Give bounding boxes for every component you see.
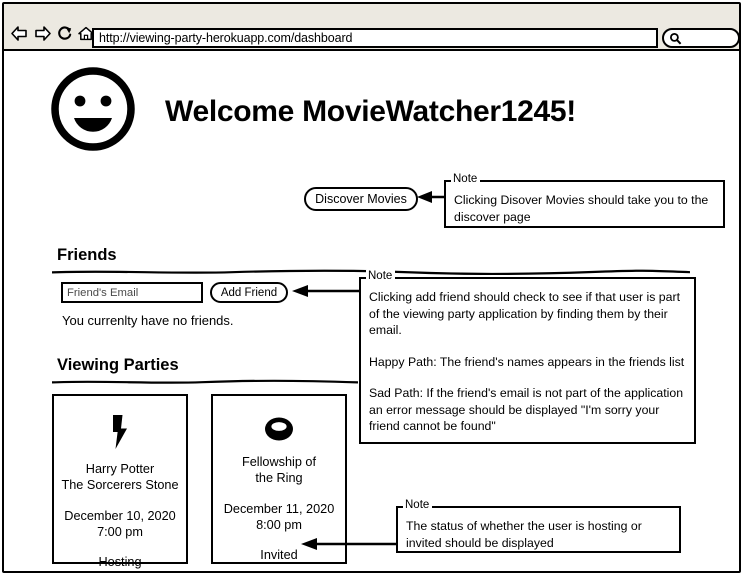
back-arrow-icon[interactable] [10, 25, 29, 42]
note-status-text: The status of whether the user is hostin… [406, 519, 642, 550]
forward-arrow-icon[interactable] [33, 25, 52, 42]
note-label: Note [403, 499, 433, 512]
party-status: Invited [260, 548, 298, 562]
address-bar-text: http://viewing-party-herokuapp.com/dashb… [99, 31, 353, 45]
viewing-parties-section-title: Viewing Parties [57, 356, 179, 374]
note-discover-text: Clicking Disover Movies should take you … [454, 193, 709, 224]
page-header: Welcome MovieWatcher1245! [49, 65, 576, 158]
note-add-friend-paragraph-2: Happy Path: The friend's names appears i… [369, 354, 685, 369]
navigation-icon-group [10, 25, 95, 42]
discover-movies-label: Discover Movies [315, 192, 407, 206]
party-datetime: December 11, 2020 8:00 pm [223, 502, 335, 532]
note-label: Note [366, 270, 396, 283]
browser-toolbar: http://viewing-party-herokuapp.com/dashb… [4, 4, 740, 51]
arrow-to-party-status [301, 537, 397, 551]
viewing-party-card[interactable]: Harry Potter The Sorcerers Stone Decembe… [52, 394, 188, 569]
friends-section-title: Friends [57, 246, 117, 264]
smiley-face-icon [49, 65, 137, 158]
search-icon [669, 32, 682, 45]
page-title: Welcome MovieWatcher1245! [165, 94, 576, 128]
arrow-to-add-friend [292, 284, 360, 298]
note-label: Note [451, 173, 481, 186]
note-discover-movies: Note Clicking Disover Movies should take… [444, 173, 725, 228]
reload-icon[interactable] [56, 25, 73, 42]
note-add-friend-paragraph-3: Sad Path: If the friend's email is not p… [369, 386, 684, 433]
party-status: Hosting [98, 555, 142, 569]
page-content: Welcome MovieWatcher1245! Discover Movie… [4, 51, 739, 571]
address-bar[interactable]: http://viewing-party-herokuapp.com/dashb… [92, 28, 658, 48]
lightning-bolt-icon [109, 415, 131, 449]
browser-search-box[interactable] [662, 28, 740, 48]
party-title: Fellowship of the Ring [241, 455, 317, 485]
no-friends-message: You currenlty have no friends. [62, 313, 234, 328]
note-add-friend: Note Clicking add friend should check to… [359, 270, 696, 444]
add-friend-button[interactable]: Add Friend [210, 282, 288, 303]
discover-movies-button[interactable]: Discover Movies [304, 187, 418, 211]
note-add-friend-paragraph-1: Clicking add friend should check to see … [369, 290, 681, 337]
arrow-to-discover-movies [417, 190, 447, 204]
ring-icon [264, 415, 294, 442]
note-party-status: Note The status of whether the user is h… [396, 499, 681, 553]
party-title: Harry Potter The Sorcerers Stone [61, 462, 179, 492]
friend-email-input[interactable] [61, 282, 203, 303]
browser-window: http://viewing-party-herokuapp.com/dashb… [2, 2, 741, 573]
add-friend-label: Add Friend [220, 286, 278, 299]
wireframe-mockup: http://viewing-party-herokuapp.com/dashb… [0, 0, 745, 577]
viewing-parties-section-divider [52, 379, 358, 385]
party-datetime: December 10, 2020 7:00 pm [64, 509, 176, 539]
